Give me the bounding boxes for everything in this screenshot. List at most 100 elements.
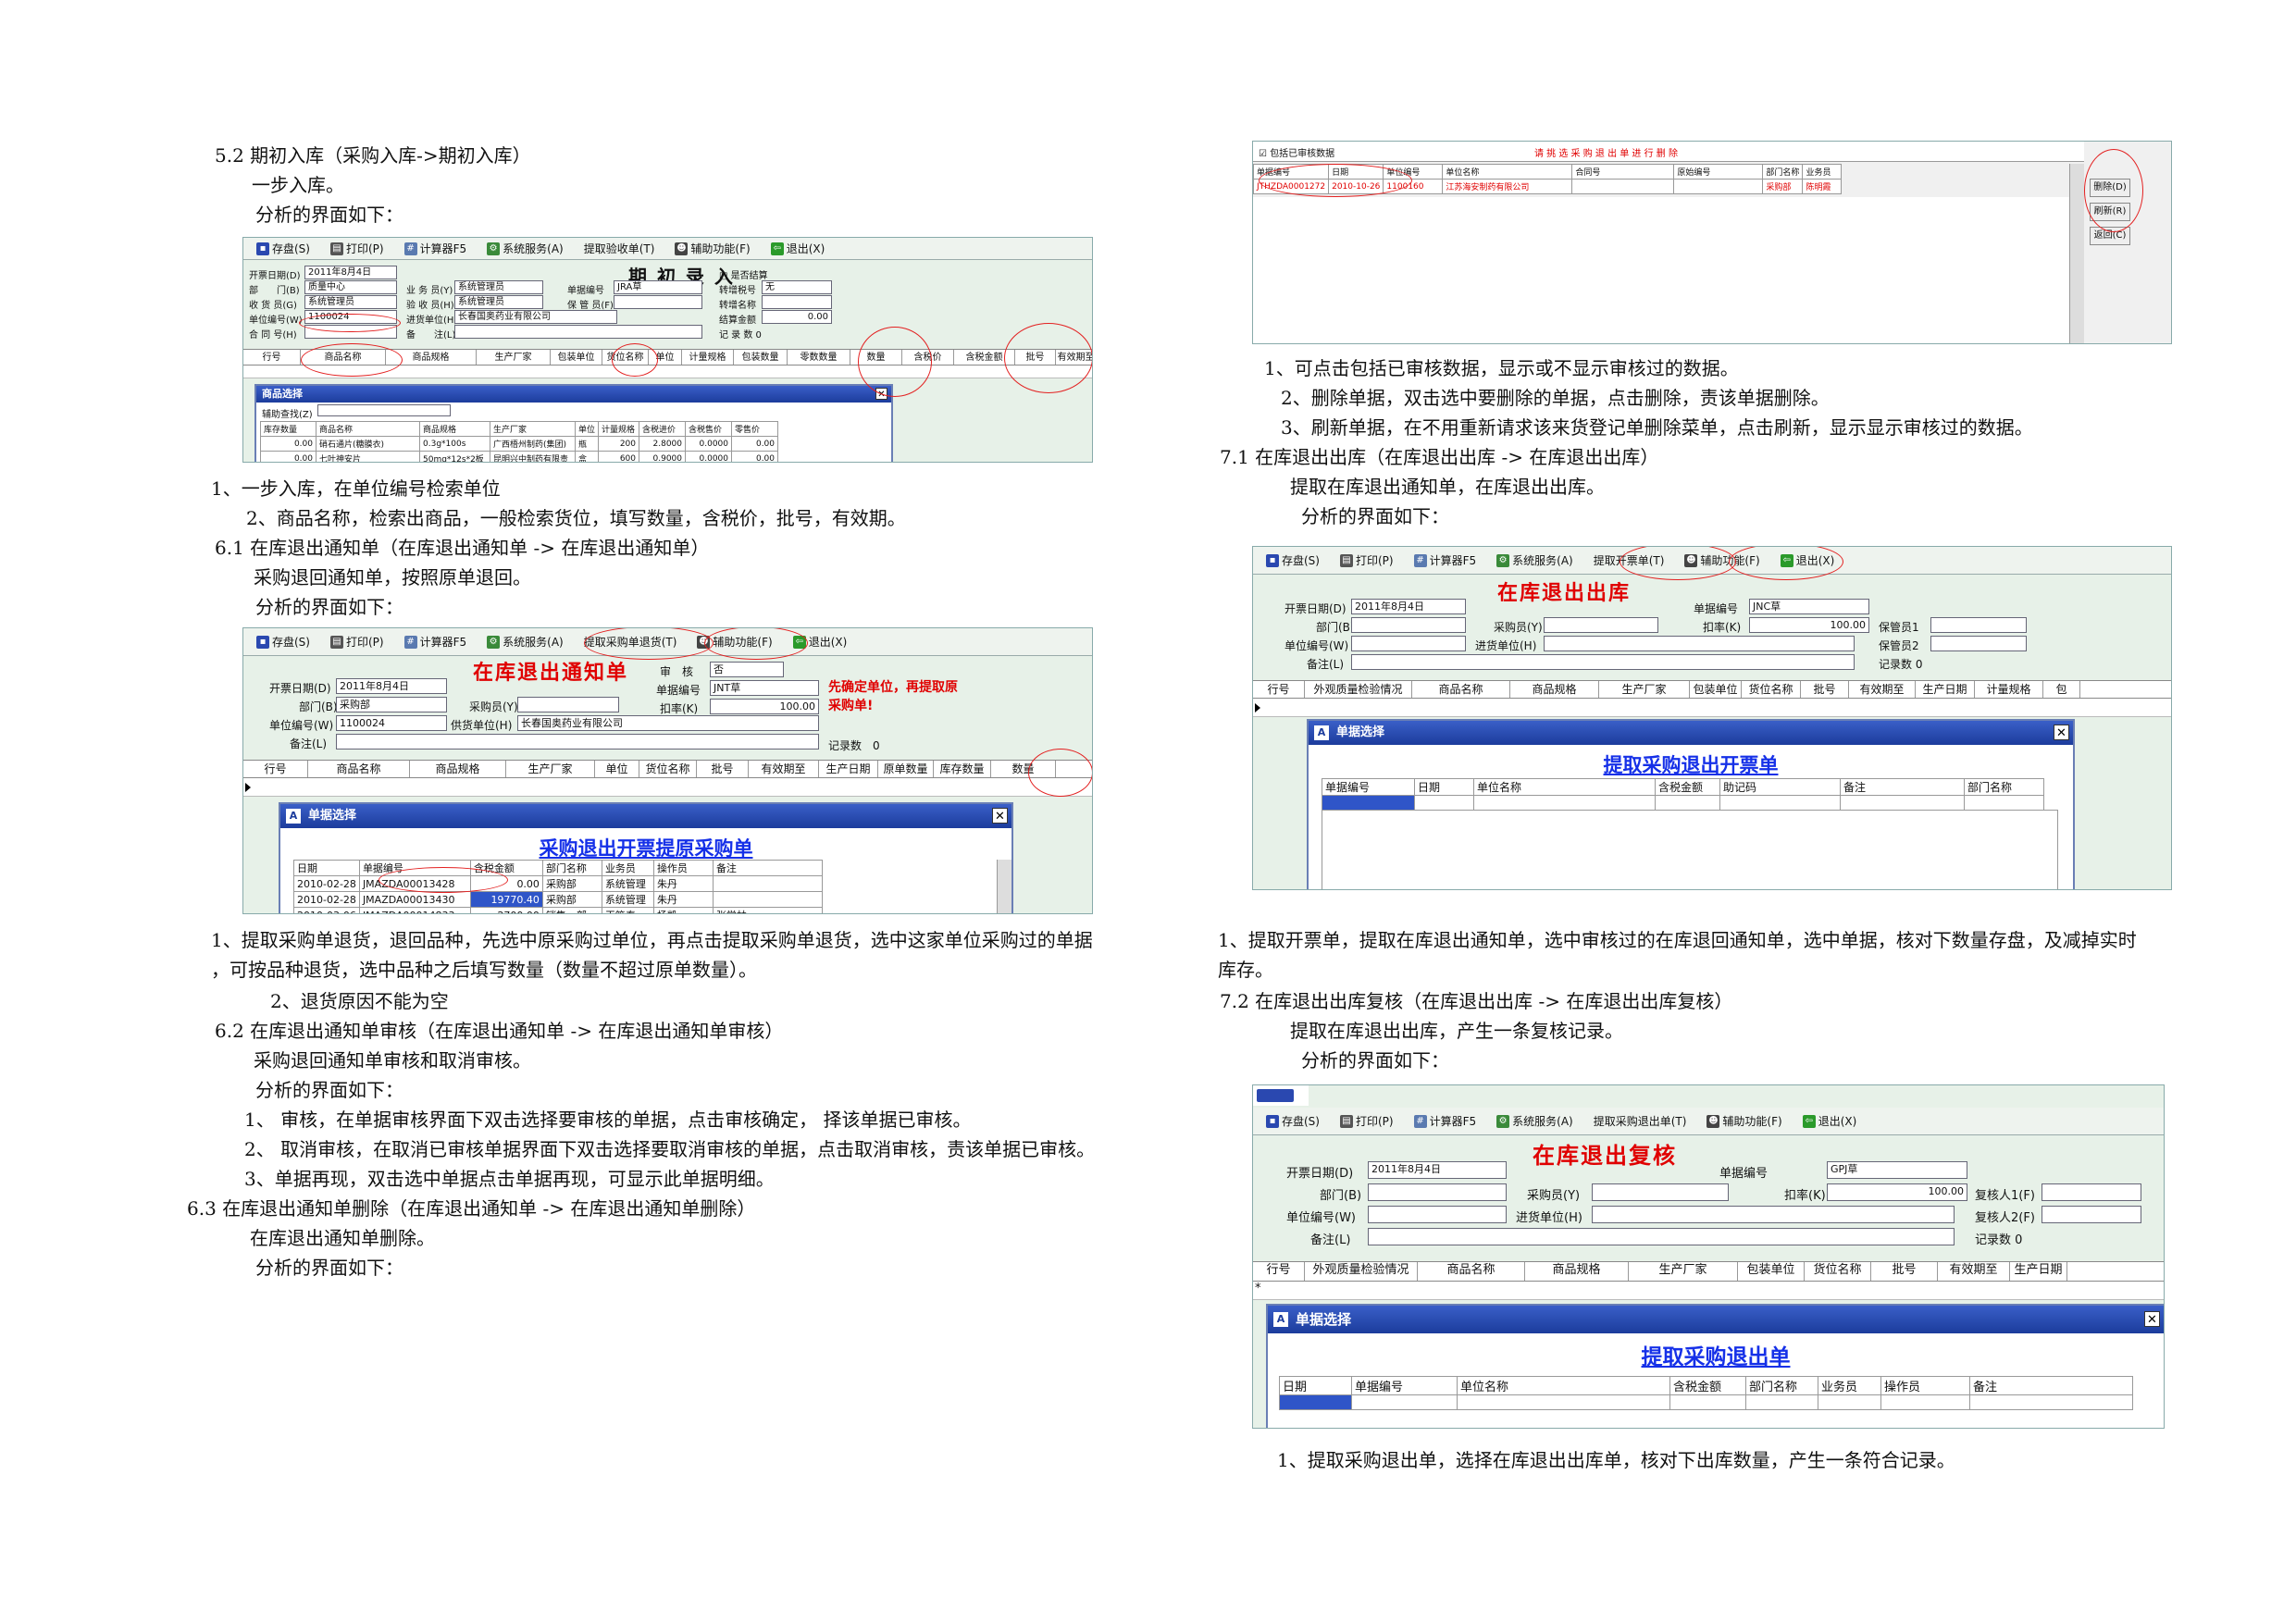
column-header[interactable]: 计量规格	[682, 350, 734, 365]
column-header[interactable]: 批号	[1871, 1262, 1938, 1281]
column-header[interactable]: 生产日期	[2010, 1262, 2067, 1281]
column-header[interactable]: 包装数量	[734, 350, 788, 365]
column-header[interactable]: 含税进价	[639, 421, 687, 437]
close-icon[interactable]: ✕	[2144, 1311, 2160, 1327]
supplier-field[interactable]: 长春国奥药业有限公司	[454, 310, 617, 324]
column-header[interactable]: 部门名称	[1745, 1376, 1818, 1395]
column-header[interactable]: 商品规格	[1510, 681, 1599, 698]
column-header[interactable]: 生产日期	[1916, 681, 1975, 698]
column-header[interactable]: 商品规格	[410, 761, 506, 777]
column-header[interactable]: 商品名称	[316, 421, 420, 437]
aux-function-button[interactable]: ☻ 辅助功能(F)	[667, 239, 757, 258]
column-header[interactable]: 货位名称	[1742, 681, 1801, 698]
system-service-button[interactable]: ⚙ 系统服务(A)	[1489, 1111, 1581, 1131]
dept-field[interactable]	[1351, 617, 1466, 633]
column-header[interactable]: 计量规格	[1975, 681, 2043, 698]
rate-field[interactable]: 100.00	[1827, 1183, 1967, 1201]
dept-field[interactable]: 质量中心	[304, 280, 397, 294]
buyer-field[interactable]	[1592, 1183, 1729, 1201]
column-header[interactable]: 行号	[243, 761, 308, 777]
column-header[interactable]: 部门名称	[541, 860, 602, 876]
column-header[interactable]: 原始编号	[1673, 164, 1764, 180]
keeper2-field[interactable]	[1930, 636, 2027, 651]
column-header[interactable]: 备注	[712, 860, 823, 876]
checker-field[interactable]: 系统管理员	[454, 295, 543, 309]
column-header[interactable]: 日期	[1414, 778, 1474, 796]
column-header[interactable]: 行号	[243, 350, 301, 365]
column-header[interactable]: 操作员	[1880, 1376, 1970, 1395]
close-icon[interactable]: ✕	[2054, 725, 2069, 740]
unit-number-field[interactable]	[1351, 636, 1466, 651]
column-header[interactable]: 零售价	[731, 421, 779, 437]
column-header[interactable]: 单据编号	[1322, 778, 1415, 796]
tax-name-field[interactable]	[762, 295, 832, 309]
table-row[interactable]	[1322, 795, 2044, 811]
column-header[interactable]: 单位名称	[1473, 778, 1656, 796]
reviewer2-field[interactable]	[2042, 1206, 2141, 1223]
date-field[interactable]: 2011年8月4日	[1351, 599, 1466, 614]
column-header[interactable]: 包	[2043, 681, 2080, 698]
column-header[interactable]: 有效期至	[1938, 1262, 2010, 1281]
date-field[interactable]: 2011年8月4日	[336, 678, 447, 694]
column-header[interactable]: 库存数量	[260, 421, 316, 437]
column-header[interactable]: 业务员	[1818, 1376, 1881, 1395]
review-select[interactable]: 否	[710, 662, 784, 677]
column-header[interactable]: 备注	[1969, 1376, 2133, 1395]
column-header[interactable]: 生产厂家	[490, 421, 576, 437]
column-header[interactable]: 操作员	[652, 860, 714, 876]
column-header[interactable]: 含税金额	[1669, 1376, 1746, 1395]
column-header[interactable]: 部门名称	[1964, 778, 2044, 796]
column-header[interactable]: 包装单位	[1690, 681, 1742, 698]
close-icon[interactable]: ✕	[992, 808, 1008, 824]
column-header[interactable]: 日期	[293, 860, 360, 876]
column-header[interactable]: 生产厂家	[1599, 681, 1690, 698]
scrollbar[interactable]	[997, 860, 1011, 913]
column-header[interactable]: 行号	[1253, 681, 1305, 698]
save-button[interactable]: ▪ 存盘(S)	[1259, 1111, 1327, 1131]
bill-number-field[interactable]: JNT草	[710, 680, 819, 696]
print-button[interactable]: ▤ 打印(P)	[323, 632, 391, 651]
column-header[interactable]: 日期	[1279, 1376, 1352, 1395]
column-header[interactable]: 包装单位	[551, 350, 602, 365]
search-input[interactable]	[317, 404, 451, 416]
column-header[interactable]: 零数数量	[788, 350, 850, 365]
supplier-field[interactable]	[1544, 636, 1855, 651]
column-header[interactable]: 包装单位	[1738, 1262, 1805, 1281]
fetch-purchase-return-button[interactable]: 提取采购退出单(T)	[1586, 1111, 1694, 1131]
table-row[interactable]	[1279, 1394, 2133, 1410]
column-header[interactable]: 生产厂家	[1629, 1262, 1738, 1281]
date-field[interactable]: 2011年8月4日	[1368, 1161, 1507, 1179]
column-header[interactable]: 行号	[1253, 1262, 1305, 1281]
column-header[interactable]: 生产厂家	[477, 350, 551, 365]
column-header[interactable]: 含税金额	[1655, 778, 1720, 796]
column-header[interactable]: 商品名称	[1418, 1262, 1525, 1281]
date-field[interactable]: 2011年8月4日	[304, 266, 397, 279]
amount-field[interactable]: 0.00	[762, 310, 832, 324]
calculator-button[interactable]: # 计算器F5	[397, 632, 475, 651]
column-header[interactable]: 单位名称	[1457, 1376, 1670, 1395]
exit-button[interactable]: ⇦ 退出(X)	[1795, 1111, 1865, 1131]
column-header[interactable]: 助记码	[1719, 778, 1841, 796]
column-header[interactable]: 备注	[1840, 778, 1965, 796]
column-header[interactable]: 商品规格	[1525, 1262, 1629, 1281]
custodian-field[interactable]	[614, 295, 702, 309]
bill-number-field[interactable]: JNC草	[1749, 599, 1869, 614]
save-button[interactable]: ▪ 存盘(S)	[249, 239, 317, 258]
dept-field[interactable]: 采购部	[336, 697, 447, 712]
bill-number-field[interactable]: JRA草	[614, 280, 702, 294]
unit-number-field[interactable]	[1368, 1206, 1507, 1223]
column-header[interactable]: 货位名称	[639, 761, 697, 777]
supplier-field[interactable]	[1592, 1206, 1955, 1223]
exit-button[interactable]: ⇦ 退出(X)	[763, 239, 833, 258]
column-header[interactable]: 商品名称	[308, 761, 410, 777]
column-header[interactable]: 计量规格	[598, 421, 640, 437]
column-header[interactable]: 外观质量检验情况	[1305, 681, 1412, 698]
table-row[interactable]: 0.00 硝石通片(糖膜衣) 0.3g*100s 广西梧州制药(集团) 瓶 200 2.80…	[260, 436, 779, 452]
column-header[interactable]: 生产日期	[819, 761, 878, 777]
column-header[interactable]: 商品名称	[1412, 681, 1510, 698]
column-header[interactable]: 原单数量	[878, 761, 934, 777]
system-service-button[interactable]: ⚙ 系统服务(A)	[479, 632, 571, 651]
fetch-receipt-button[interactable]: 提取验收单(T)	[577, 239, 663, 258]
rate-field[interactable]: 100.00	[710, 699, 819, 714]
column-header[interactable]: 有效期至	[749, 761, 819, 777]
